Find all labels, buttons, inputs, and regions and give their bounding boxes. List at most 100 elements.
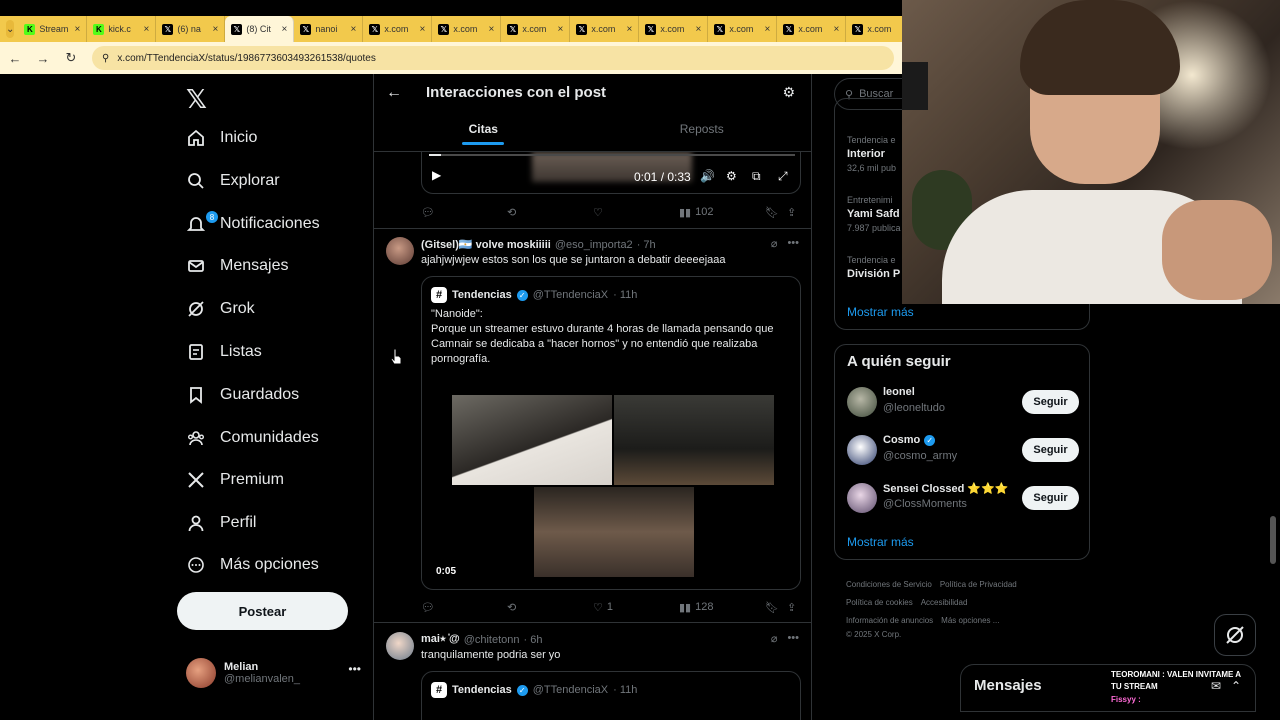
quoted-post[interactable]: # Tendencias ✓ @TTendenciaX · 11h "Nanoi… xyxy=(421,276,801,590)
post-time[interactable]: · 6h xyxy=(524,634,543,646)
browser-tab[interactable]: 𝕏x.com× xyxy=(432,16,502,42)
sidebar-item-notificaciones[interactable]: 8 Notificaciones xyxy=(186,209,320,239)
grok-fab[interactable] xyxy=(1214,614,1256,656)
close-icon[interactable]: × xyxy=(420,24,426,35)
repost-icon[interactable]: ⟲ xyxy=(507,601,516,614)
settings-gear-icon[interactable]: ⚙ xyxy=(726,169,737,183)
close-icon[interactable]: × xyxy=(558,24,564,35)
close-icon[interactable]: × xyxy=(75,24,81,35)
follow-suggestion[interactable]: leonel @leoneltudo Seguir xyxy=(847,385,1079,419)
close-icon[interactable]: × xyxy=(351,24,357,35)
x-logo-icon[interactable]: 𝕏 xyxy=(186,84,207,115)
author-handle[interactable]: @chitetonn xyxy=(464,634,520,646)
avatar[interactable] xyxy=(386,237,414,265)
expand-icon[interactable]: ⌃ xyxy=(1231,679,1241,693)
messages-drawer[interactable]: Mensajes TEOROMANI : VALEN INVITAME A TU… xyxy=(960,664,1256,712)
repost-icon[interactable]: ⟲ xyxy=(507,206,516,219)
browser-tab[interactable]: Kkick.c × xyxy=(87,16,157,42)
tab-reposts[interactable]: Reposts xyxy=(593,122,812,152)
more-icon[interactable]: ••• xyxy=(787,237,799,250)
browser-tab[interactable]: 𝕏x.com× xyxy=(846,16,902,42)
grok-icon[interactable]: ⌀ xyxy=(771,237,778,250)
filter-settings-icon[interactable]: ⚙ xyxy=(782,84,795,101)
browser-tab[interactable]: 𝕏x.com× xyxy=(639,16,709,42)
browser-tab[interactable]: 𝕏x.com× xyxy=(363,16,433,42)
reply-icon[interactable]: 💬︎ xyxy=(421,206,435,219)
reload-icon[interactable]: ↻ xyxy=(64,50,78,66)
follow-suggestion[interactable]: Sensei Clossed ⭐⭐⭐ @ClossMoments Seguir xyxy=(847,481,1079,515)
follow-button[interactable]: Seguir xyxy=(1022,390,1079,414)
sidebar-item-guardados[interactable]: Guardados xyxy=(186,380,299,410)
trend-item[interactable]: Tendencia e Interior 32,6 mil pub xyxy=(847,135,896,173)
browser-tab[interactable]: 𝕏nanoi × xyxy=(294,16,364,42)
browser-tab[interactable]: K Stream × xyxy=(18,16,88,42)
more-icon[interactable]: ••• xyxy=(348,662,361,676)
tab-list-dropdown[interactable]: ⌄ xyxy=(6,20,15,38)
play-icon[interactable]: ▶ xyxy=(432,168,441,182)
footer-link[interactable]: Política de Privacidad xyxy=(940,580,1017,589)
tab-citas[interactable]: Citas xyxy=(374,122,593,152)
follow-suggestion[interactable]: Cosmo ✓ @cosmo_army Seguir xyxy=(847,433,1079,467)
footer-link[interactable]: Más opciones ... xyxy=(941,616,999,625)
url-input[interactable]: ⚲ x.com/TTendenciaX/status/1986773603493… xyxy=(92,46,894,70)
follow-button[interactable]: Seguir xyxy=(1022,438,1079,462)
sidebar-item-mensajes[interactable]: Mensajes xyxy=(186,251,288,281)
account-switcher[interactable]: Melian @melianvalen_ ••• xyxy=(186,656,361,690)
views-icon[interactable]: ▮▮ 102 xyxy=(679,206,713,219)
author-name[interactable]: (Gitsel)🇦🇷 volve moskiiiii xyxy=(421,238,551,251)
sidebar-item-inicio[interactable]: Inicio xyxy=(186,123,257,153)
bookmark-icon[interactable]: 🔖︎ xyxy=(765,601,779,614)
bookmark-icon[interactable]: 🔖︎ xyxy=(765,206,779,219)
browser-tab[interactable]: 𝕏 (8) Cit × xyxy=(225,16,295,42)
reply-icon[interactable]: 💬︎ xyxy=(421,601,435,614)
follow-button[interactable]: Seguir xyxy=(1022,486,1079,510)
forward-arrow-icon[interactable]: → xyxy=(36,51,50,66)
like-icon[interactable]: ♡ 1 xyxy=(593,601,613,614)
close-icon[interactable]: × xyxy=(144,24,150,35)
trend-item[interactable]: Entretenimi Yami Safd 7.987 publica xyxy=(847,195,901,233)
close-icon[interactable]: × xyxy=(765,24,771,35)
like-icon[interactable]: ♡ xyxy=(593,206,603,219)
browser-tab[interactable]: 𝕏x.com× xyxy=(777,16,847,42)
video-progress-bar[interactable] xyxy=(429,154,795,156)
new-message-icon[interactable]: ✉ xyxy=(1211,679,1221,693)
more-icon[interactable]: ••• xyxy=(787,632,799,645)
close-icon[interactable]: × xyxy=(696,24,702,35)
show-more-link[interactable]: Mostrar más xyxy=(847,305,914,319)
author-name[interactable]: mai⭑ ̊@ xyxy=(421,633,460,646)
close-icon[interactable]: × xyxy=(627,24,633,35)
scrollbar[interactable] xyxy=(1270,516,1276,564)
close-icon[interactable]: × xyxy=(213,24,219,35)
post-button[interactable]: Postear xyxy=(177,592,348,630)
author-handle[interactable]: @eso_importa2 xyxy=(555,239,633,251)
sidebar-item-explorar[interactable]: Explorar xyxy=(186,166,280,196)
sidebar-item-comunidades[interactable]: Comunidades xyxy=(186,423,319,453)
sidebar-item-m-s-opciones[interactable]: Más opciones xyxy=(186,550,319,580)
browser-tab[interactable]: 𝕏x.com× xyxy=(570,16,640,42)
quoted-video[interactable]: 0:05 xyxy=(422,381,800,581)
avatar[interactable] xyxy=(386,632,414,660)
browser-tab[interactable]: 𝕏x.com× xyxy=(708,16,778,42)
video-player[interactable]: ▶ 0:01 / 0:33 🔊 ⚙ ⧉ ⤢ xyxy=(421,152,801,194)
views-icon[interactable]: ▮▮ 128 xyxy=(679,601,713,614)
footer-link[interactable]: Accesibilidad xyxy=(921,598,968,607)
post-time[interactable]: · 7h xyxy=(637,239,656,251)
sidebar-item-premium[interactable]: Premium xyxy=(186,465,284,495)
trend-item[interactable]: Tendencia e División P xyxy=(847,255,900,283)
browser-tab[interactable]: 𝕏 (6) na × xyxy=(156,16,226,42)
close-icon[interactable]: × xyxy=(282,24,288,35)
browser-tab[interactable]: 𝕏x.com× xyxy=(501,16,571,42)
pip-icon[interactable]: ⧉ xyxy=(752,169,761,184)
show-more-link[interactable]: Mostrar más xyxy=(847,535,914,549)
close-icon[interactable]: × xyxy=(489,24,495,35)
volume-icon[interactable]: 🔊 xyxy=(700,169,715,183)
quoted-post[interactable]: # Tendencias ✓ @TTendenciaX · 11h xyxy=(421,671,801,720)
footer-link[interactable]: Condiciones de Servicio xyxy=(846,580,932,589)
grok-icon[interactable]: ⌀ xyxy=(771,632,778,645)
close-icon[interactable]: × xyxy=(834,24,840,35)
fullscreen-icon[interactable]: ⤢ xyxy=(778,169,788,184)
footer-link[interactable]: Información de anuncios xyxy=(846,616,933,625)
back-arrow-icon[interactable]: ← xyxy=(386,84,402,102)
back-arrow-icon[interactable]: ← xyxy=(8,51,22,66)
site-info-icon[interactable]: ⚲ xyxy=(102,53,109,64)
